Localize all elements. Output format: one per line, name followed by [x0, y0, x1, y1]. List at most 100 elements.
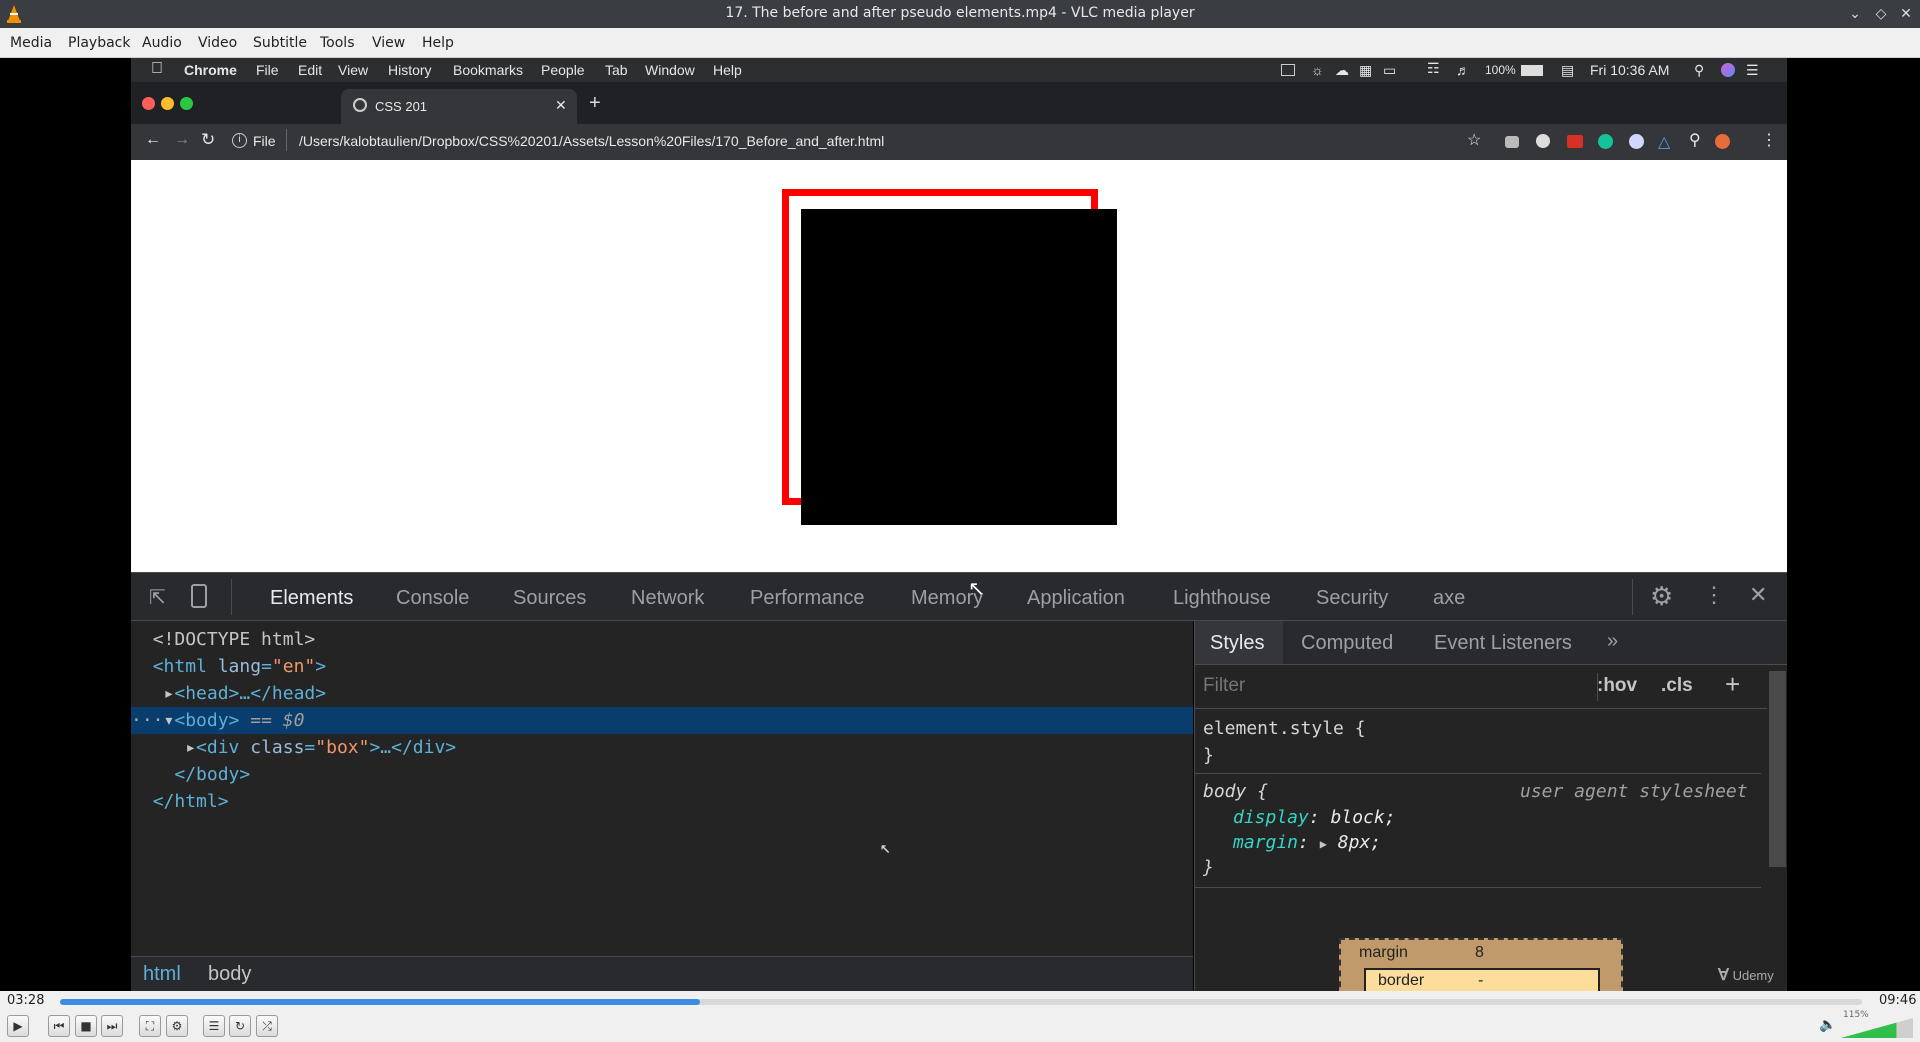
- device-toolbar-icon[interactable]: [191, 584, 207, 608]
- menu-video[interactable]: Video: [198, 35, 237, 51]
- row-actions-ellipsis[interactable]: ···: [131, 710, 164, 731]
- box-model-divider: [1195, 887, 1761, 888]
- info-icon[interactable]: i: [232, 133, 247, 148]
- menu-playback[interactable]: Playback: [68, 35, 130, 51]
- tab-axe[interactable]: axe: [1433, 587, 1465, 610]
- extensions-puzzle-icon[interactable]: ⚲: [1689, 130, 1701, 150]
- playlist-button[interactable]: ☰: [203, 1015, 225, 1037]
- reload-icon[interactable]: ↻: [201, 130, 215, 150]
- tab-network[interactable]: Network: [631, 587, 704, 610]
- margin-value: 8px;: [1337, 832, 1382, 853]
- dom-line-doctype[interactable]: <!DOCTYPE html>: [131, 626, 1193, 653]
- loop-button[interactable]: ↻: [229, 1015, 251, 1037]
- seek-bar[interactable]: [60, 999, 1862, 1005]
- tab-event-listeners[interactable]: Event Listeners: [1434, 632, 1572, 655]
- maximize-icon[interactable]: ◇: [1871, 4, 1891, 24]
- extended-settings-button[interactable]: ⚙: [166, 1015, 188, 1037]
- close-icon[interactable]: ✕: [1896, 4, 1916, 24]
- breadcrumb-body[interactable]: body: [208, 963, 251, 986]
- body-rule-selector[interactable]: body {: [1203, 781, 1268, 802]
- back-icon[interactable]: ←: [145, 131, 161, 149]
- expand-div-icon[interactable]: ▸: [185, 737, 196, 758]
- breadcrumb-html[interactable]: html: [143, 963, 181, 986]
- mac-minimize-icon[interactable]: [161, 97, 174, 110]
- new-tab-icon[interactable]: +: [589, 92, 601, 115]
- styles-scrollbar-thumb[interactable]: [1769, 671, 1786, 867]
- tab-close-icon[interactable]: ✕: [555, 97, 567, 114]
- minimize-icon[interactable]: ⌄: [1845, 4, 1865, 24]
- chrome-menu-icon[interactable]: ⋮: [1761, 130, 1777, 150]
- tab-performance[interactable]: Performance: [750, 587, 865, 610]
- next-button[interactable]: ⏭: [101, 1015, 123, 1037]
- shuffle-button[interactable]: ⤮: [256, 1015, 278, 1037]
- box-model-margin[interactable]: margin 8 border -: [1339, 938, 1623, 991]
- fullscreen-button[interactable]: ⛶: [139, 1015, 161, 1037]
- mac-zoom-icon[interactable]: [180, 97, 193, 110]
- tab-sources[interactable]: Sources: [513, 587, 586, 610]
- camera-extension-icon[interactable]: [1505, 136, 1519, 148]
- stop-button[interactable]: ■: [75, 1015, 97, 1037]
- extension-circle-icon[interactable]: [1536, 134, 1550, 148]
- tab-lighthouse[interactable]: Lighthouse: [1173, 587, 1271, 610]
- extension-sphere-icon[interactable]: [1629, 134, 1644, 149]
- forward-icon[interactable]: →: [174, 131, 190, 149]
- dom-line-div-box[interactable]: ▸<div class="box">…</div>: [131, 734, 1193, 761]
- dom-line-body-selected[interactable]: ···▾<body> == $0: [131, 707, 1193, 734]
- collapse-body-icon[interactable]: ▾: [164, 710, 175, 731]
- devtools-menu-icon[interactable]: ⋮: [1703, 582, 1725, 608]
- expand-margin-icon[interactable]: ▶: [1320, 837, 1327, 851]
- cloud-icon: ☁: [1335, 62, 1349, 78]
- inspect-element-icon[interactable]: ⇱: [149, 585, 166, 610]
- styles-filter-input[interactable]: [1203, 671, 1593, 701]
- chrome-tab[interactable]: CSS 201 ✕: [341, 89, 577, 124]
- menu-media[interactable]: Media: [10, 35, 52, 51]
- more-tabs-icon[interactable]: »: [1607, 630, 1618, 653]
- display-declaration[interactable]: display: block;: [1233, 807, 1396, 828]
- drive-extension-icon[interactable]: △: [1658, 132, 1670, 152]
- tab-console[interactable]: Console: [396, 587, 469, 610]
- mac-close-icon[interactable]: [142, 97, 155, 110]
- mac-menu-bar:  Chrome File Edit View History Bookmark…: [131, 58, 1787, 82]
- tab-computed[interactable]: Computed: [1301, 632, 1393, 655]
- new-style-rule-button[interactable]: +: [1725, 669, 1740, 700]
- class-attr: class: [250, 737, 305, 758]
- red-extension-icon[interactable]: [1567, 135, 1583, 148]
- html-tag-open: <html: [152, 656, 207, 677]
- play-button[interactable]: ▶: [7, 1015, 29, 1037]
- menu-tools[interactable]: Tools: [320, 35, 355, 51]
- menu-help[interactable]: Help: [422, 35, 454, 51]
- speaker-icon[interactable]: 🔈: [1819, 1017, 1836, 1033]
- cls-toggle[interactable]: .cls: [1661, 675, 1693, 697]
- devtools-close-icon[interactable]: ✕: [1749, 582, 1767, 608]
- tab-security[interactable]: Security: [1316, 587, 1388, 610]
- mac-menu-bookmarks: Bookmarks: [453, 62, 524, 78]
- margin-declaration[interactable]: margin: ▶ 8px;: [1233, 832, 1381, 853]
- dom-line-html-close[interactable]: </html>: [131, 788, 1193, 815]
- dom-line-body-close[interactable]: </body>: [131, 761, 1193, 788]
- tab-styles[interactable]: Styles: [1210, 632, 1264, 655]
- previous-button[interactable]: ⏮: [48, 1015, 70, 1037]
- omnibox[interactable]: i File /Users/kalobtaulien/Dropbox/CSS%2…: [232, 129, 1582, 155]
- grammarly-icon[interactable]: [1598, 134, 1613, 149]
- bookmark-star-icon[interactable]: ☆: [1467, 130, 1481, 150]
- settings-gear-icon[interactable]: ⚙: [1650, 581, 1673, 612]
- doctype-text: <!DOCTYPE html>: [152, 629, 316, 650]
- dom-line-head[interactable]: ▸<head>…</head>: [131, 680, 1193, 707]
- dom-line-html[interactable]: <html lang="en">: [131, 653, 1193, 680]
- body-tag-close: </body>: [174, 764, 251, 785]
- menu-audio[interactable]: Audio: [142, 35, 182, 51]
- udemy-watermark-text: Udemy: [1732, 968, 1774, 983]
- hov-toggle[interactable]: :hov: [1597, 675, 1637, 697]
- tab-elements[interactable]: Elements: [270, 587, 353, 610]
- volume-slider[interactable]: 115%: [1841, 1010, 1913, 1038]
- expand-head-icon[interactable]: ▸: [164, 683, 175, 704]
- elapsed-time[interactable]: 03:28: [7, 993, 44, 1008]
- url-text: /Users/kalobtaulien/Dropbox/CSS%20201/As…: [299, 133, 885, 149]
- box-model-border[interactable]: border -: [1364, 968, 1600, 991]
- element-style-selector[interactable]: element.style {: [1203, 718, 1366, 739]
- tab-application[interactable]: Application: [1027, 587, 1125, 610]
- menu-subtitle[interactable]: Subtitle: [253, 35, 307, 51]
- profile-avatar[interactable]: [1715, 134, 1730, 149]
- total-time[interactable]: 09:46: [1879, 993, 1916, 1008]
- menu-view[interactable]: View: [372, 35, 405, 51]
